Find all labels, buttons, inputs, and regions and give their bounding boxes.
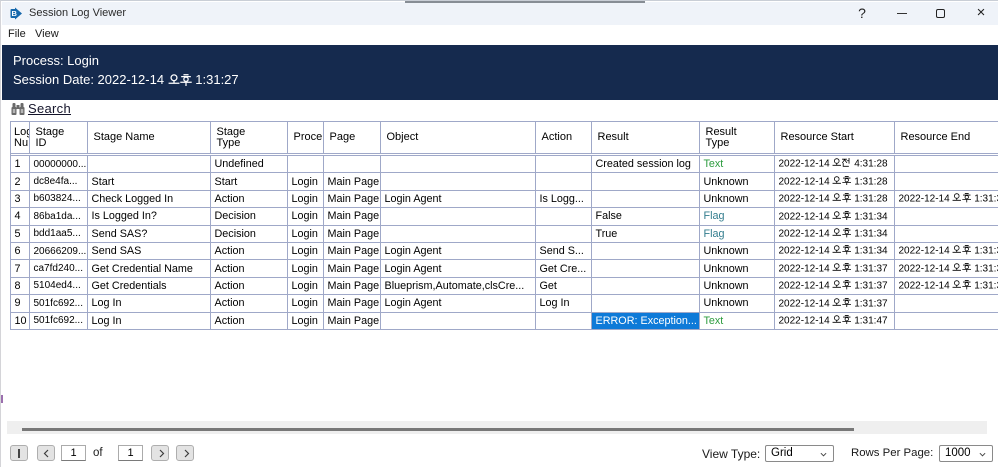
svg-text:B: B (12, 9, 18, 18)
